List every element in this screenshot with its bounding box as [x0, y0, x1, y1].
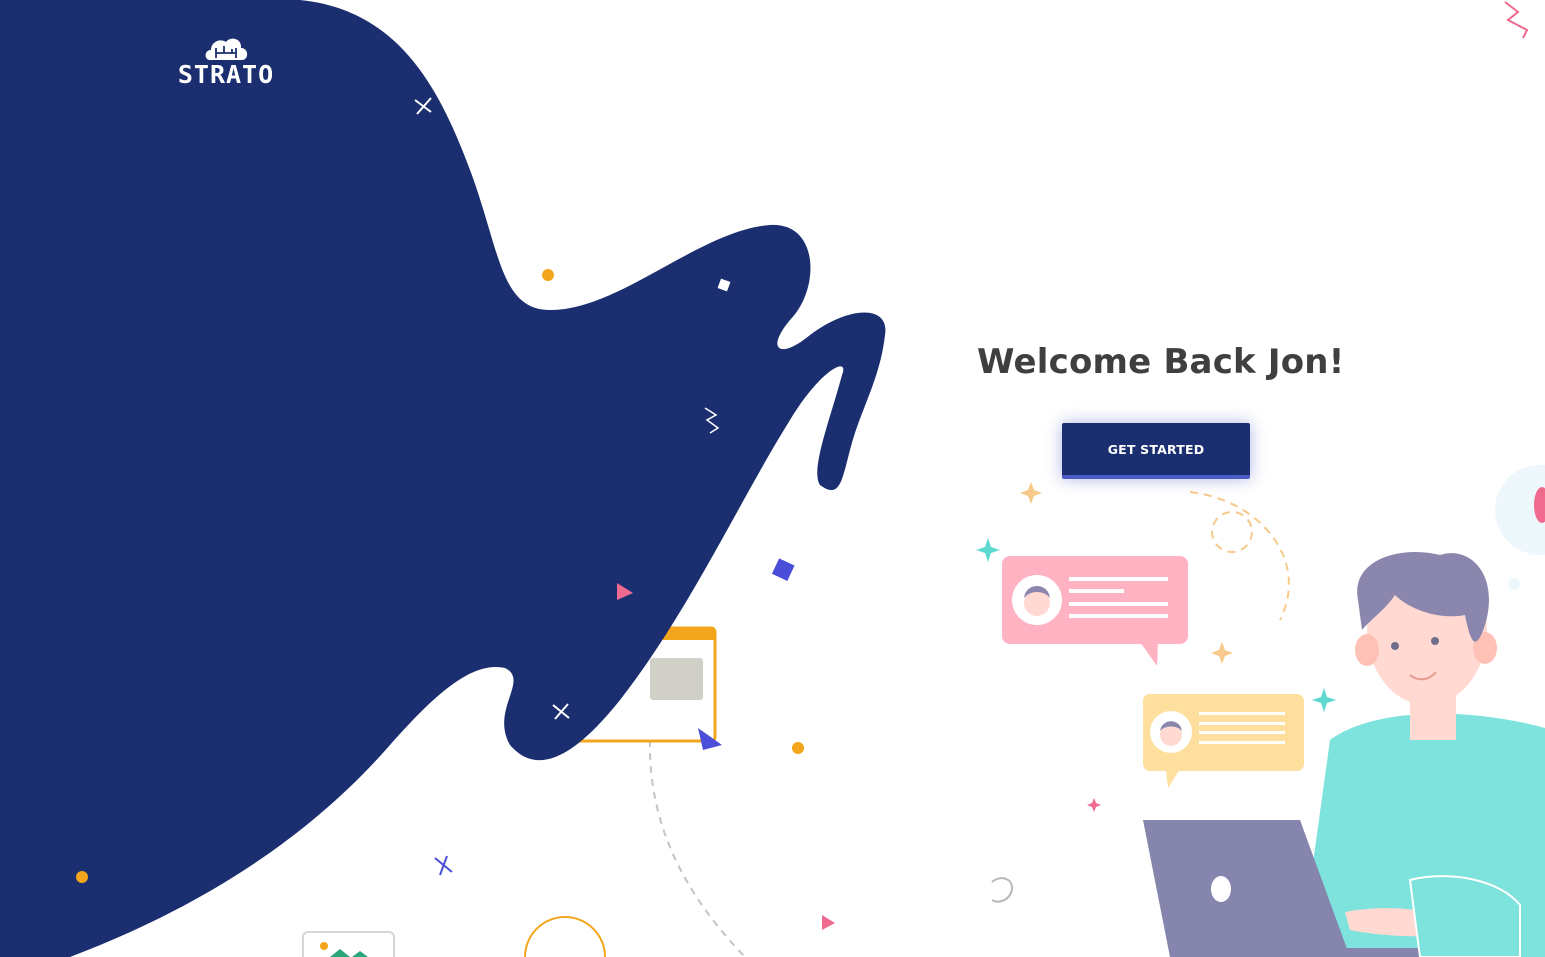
- smiley-circle: [524, 916, 606, 957]
- brand-name: STRATO: [177, 60, 275, 89]
- chat-bubble-pink: [1002, 556, 1188, 666]
- dashed-ring: [1211, 511, 1253, 553]
- get-started-button[interactable]: GET STARTED: [1062, 423, 1250, 479]
- background-illustration: [0, 0, 1545, 957]
- dashed-circle: [1189, 491, 1290, 621]
- chat-bubble-yellow: [1143, 694, 1304, 788]
- dashed-trail: [648, 739, 746, 957]
- welcome-heading: Welcome Back Jon!: [977, 342, 1345, 382]
- navy-blob-shape: [0, 0, 886, 957]
- image-card-illustration: [302, 931, 395, 957]
- strato-logo[interactable]: STRATO: [176, 34, 276, 89]
- cloud-icon: [205, 38, 248, 60]
